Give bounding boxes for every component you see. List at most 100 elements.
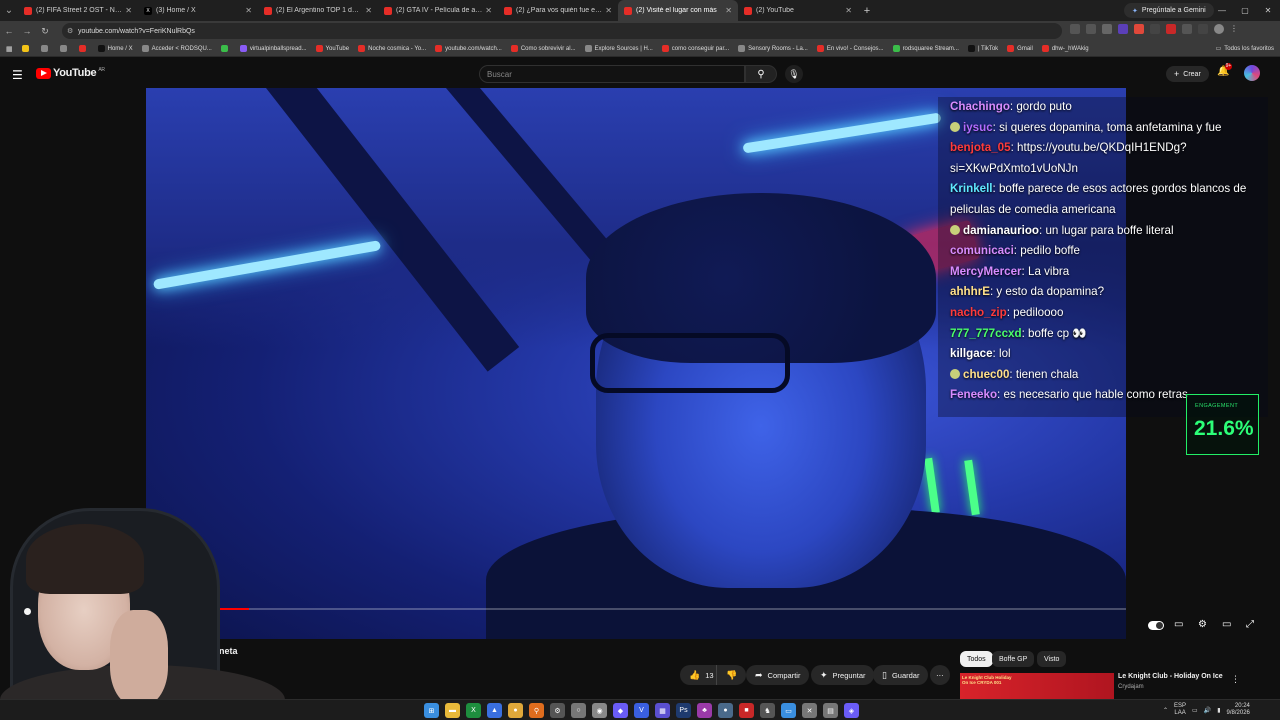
photos-icon[interactable]: ▲ <box>487 703 502 718</box>
star-icon[interactable] <box>1102 24 1112 34</box>
settings-gear-icon[interactable]: ⚙ <box>1198 619 1207 630</box>
battery-icon[interactable]: ▮ <box>1217 707 1220 714</box>
browser-tab[interactable]: (2) Visité el lugar con más ✕ <box>618 0 738 21</box>
bookmark-item[interactable] <box>21 45 32 52</box>
app-icon-6[interactable]: ● <box>718 703 733 718</box>
tab-close-icon[interactable]: ✕ <box>845 6 852 15</box>
bookmark-item[interactable]: virtualpinballspread... <box>239 45 307 52</box>
tab-close-icon[interactable]: ✕ <box>485 6 492 15</box>
close-window-icon[interactable]: ✕ <box>1257 0 1279 21</box>
bookmark-item[interactable]: Sensory Rooms - La... <box>738 45 808 52</box>
bookmark-item[interactable]: Gmail <box>1007 45 1033 52</box>
bookmark-item[interactable]: En vivo! - Consejos... <box>816 45 884 52</box>
bookmark-item[interactable]: Como sobrevivir al... <box>510 45 576 52</box>
video-progress-bar[interactable] <box>146 608 1126 610</box>
puzzle-icon[interactable] <box>1182 24 1192 34</box>
network-icon[interactable]: ▭ <box>1192 707 1198 714</box>
clock[interactable]: 20:24 9/8/2026 <box>1227 703 1250 717</box>
browser-tab[interactable]: (2) FIFA Street 2 OST - No Time✕ <box>18 0 138 21</box>
tab-close-icon[interactable]: ✕ <box>125 6 132 15</box>
bookmark-item[interactable] <box>59 45 70 52</box>
install-icon[interactable] <box>1070 24 1080 34</box>
voice-search-button[interactable]: 🎙 <box>785 65 803 83</box>
recommendation-title[interactable]: Le Knight Club - Holiday On Ice <box>1118 673 1223 680</box>
bookmark-item[interactable]: rodsquaree Stream... <box>892 45 959 52</box>
new-tab-button[interactable]: + <box>858 5 876 17</box>
app-icon-8[interactable]: ♞ <box>760 703 775 718</box>
profile-avatar-icon[interactable] <box>1214 24 1224 34</box>
extension-icon-2[interactable] <box>1134 24 1144 34</box>
language-indicator[interactable]: ESP LAA <box>1174 703 1186 717</box>
search-button[interactable]: ⚲ <box>745 65 777 83</box>
save-button[interactable]: ▯ Guardar <box>873 665 929 685</box>
bookmark-item[interactable]: youtube.com/watch... <box>435 45 502 52</box>
eye-off-icon[interactable] <box>1086 24 1096 34</box>
subtitles-icon[interactable]: ▭ <box>1174 619 1183 630</box>
url-field[interactable]: ⚙ youtube.com/watch?v=FeriKNulRbQs <box>62 23 1062 39</box>
bookmark-item[interactable]: Explore Sources | H... <box>584 45 653 52</box>
minimize-icon[interactable]: — <box>1211 0 1233 21</box>
extension-icon-1[interactable] <box>1118 24 1128 34</box>
hamburger-menu-icon[interactable]: ☰ <box>12 68 23 82</box>
file-explorer-icon[interactable]: ▬ <box>445 703 460 718</box>
settings-app-icon[interactable]: ⚙ <box>550 703 565 718</box>
tab-close-icon[interactable]: ✕ <box>365 6 372 15</box>
bookmark-item[interactable]: YouTube <box>315 45 349 52</box>
back-icon[interactable]: ← <box>0 26 18 36</box>
ask-button[interactable]: ✦ Preguntar <box>811 665 875 685</box>
app-icon-2[interactable]: ◉ <box>592 703 607 718</box>
app-icon-3[interactable]: ◆ <box>613 703 628 718</box>
volume-icon[interactable]: 🔊 <box>1204 707 1211 714</box>
autoplay-toggle[interactable] <box>1148 621 1164 630</box>
app-icon-5[interactable]: ♣ <box>697 703 712 718</box>
more-actions-button[interactable]: ⋯ <box>930 665 950 685</box>
tab-close-icon[interactable]: ✕ <box>605 6 612 15</box>
browser-tab[interactable]: (2) GTA IV - Película de acción ✕ <box>378 0 498 21</box>
dislike-button[interactable]: 👎 <box>716 665 747 685</box>
excel-icon[interactable]: X <box>466 703 481 718</box>
account-avatar[interactable] <box>1244 65 1260 81</box>
browser-tab[interactable]: (2) El Argentino TOP 1 de Sma✕ <box>258 0 378 21</box>
search-input[interactable]: Buscar <box>479 65 745 83</box>
app-icon-9[interactable]: ▭ <box>781 703 796 718</box>
bookmark-item[interactable] <box>78 45 89 52</box>
filter-chip[interactable]: Boffe GP <box>992 651 1035 667</box>
vscode-icon[interactable]: V <box>634 703 649 718</box>
recommendation-channel[interactable]: Crydajam <box>1118 684 1144 690</box>
kebab-menu-icon[interactable]: ⋮ <box>1230 24 1240 34</box>
app-icon-11[interactable]: ▤ <box>823 703 838 718</box>
media-icon[interactable] <box>1198 24 1208 34</box>
chrome-icon[interactable]: ● <box>508 703 523 718</box>
app-icon-7[interactable]: ■ <box>739 703 754 718</box>
site-info-icon[interactable]: ⚙ <box>67 27 73 35</box>
apps-icon[interactable]: ▦ <box>6 45 13 53</box>
chevron-up-icon[interactable]: ⌃ <box>1163 707 1168 714</box>
bookmark-item[interactable]: | TikTok <box>967 45 998 52</box>
bookmark-item[interactable]: Noche cosmica - Yo... <box>358 45 426 52</box>
app-icon-1[interactable]: ○ <box>571 703 586 718</box>
bookmark-item[interactable]: dhw-_hWAkig <box>1041 45 1089 52</box>
create-button[interactable]: + Crear <box>1166 66 1209 82</box>
kebab-menu-icon[interactable]: ⋮ <box>1231 674 1240 685</box>
extension-icon-4[interactable] <box>1166 24 1176 34</box>
search-app-icon[interactable]: ⚲ <box>529 703 544 718</box>
bookmark-item[interactable]: como conseguir par... <box>661 45 729 52</box>
browser-tab[interactable]: X (3) Home / X ✕ <box>138 0 258 21</box>
app-icon-12[interactable]: ◈ <box>844 703 859 718</box>
app-icon-4[interactable]: ▦ <box>655 703 670 718</box>
fullscreen-icon[interactable]: ⤢ <box>1246 619 1254 630</box>
tab-search-icon[interactable]: ⌄ <box>0 5 18 16</box>
all-bookmarks-button[interactable]: ▭ Todos los favoritos <box>1216 45 1274 53</box>
app-icon-10[interactable]: ✕ <box>802 703 817 718</box>
bookmark-item[interactable]: Home / X <box>97 45 133 52</box>
extension-icon-3[interactable] <box>1150 24 1160 34</box>
reload-icon[interactable]: ↻ <box>36 26 54 37</box>
forward-icon[interactable]: → <box>18 26 36 36</box>
filter-chip[interactable]: Visto <box>1037 651 1067 667</box>
windows-start-icon[interactable]: ⊞ <box>424 703 439 718</box>
tab-close-icon[interactable]: ✕ <box>725 6 732 15</box>
gemini-button[interactable]: ✦ Pregúntale a Gemini <box>1124 3 1214 18</box>
share-button[interactable]: ➦ Compartir <box>746 665 810 685</box>
photoshop-icon[interactable]: Ps <box>676 703 691 718</box>
bookmark-item[interactable] <box>40 45 51 52</box>
